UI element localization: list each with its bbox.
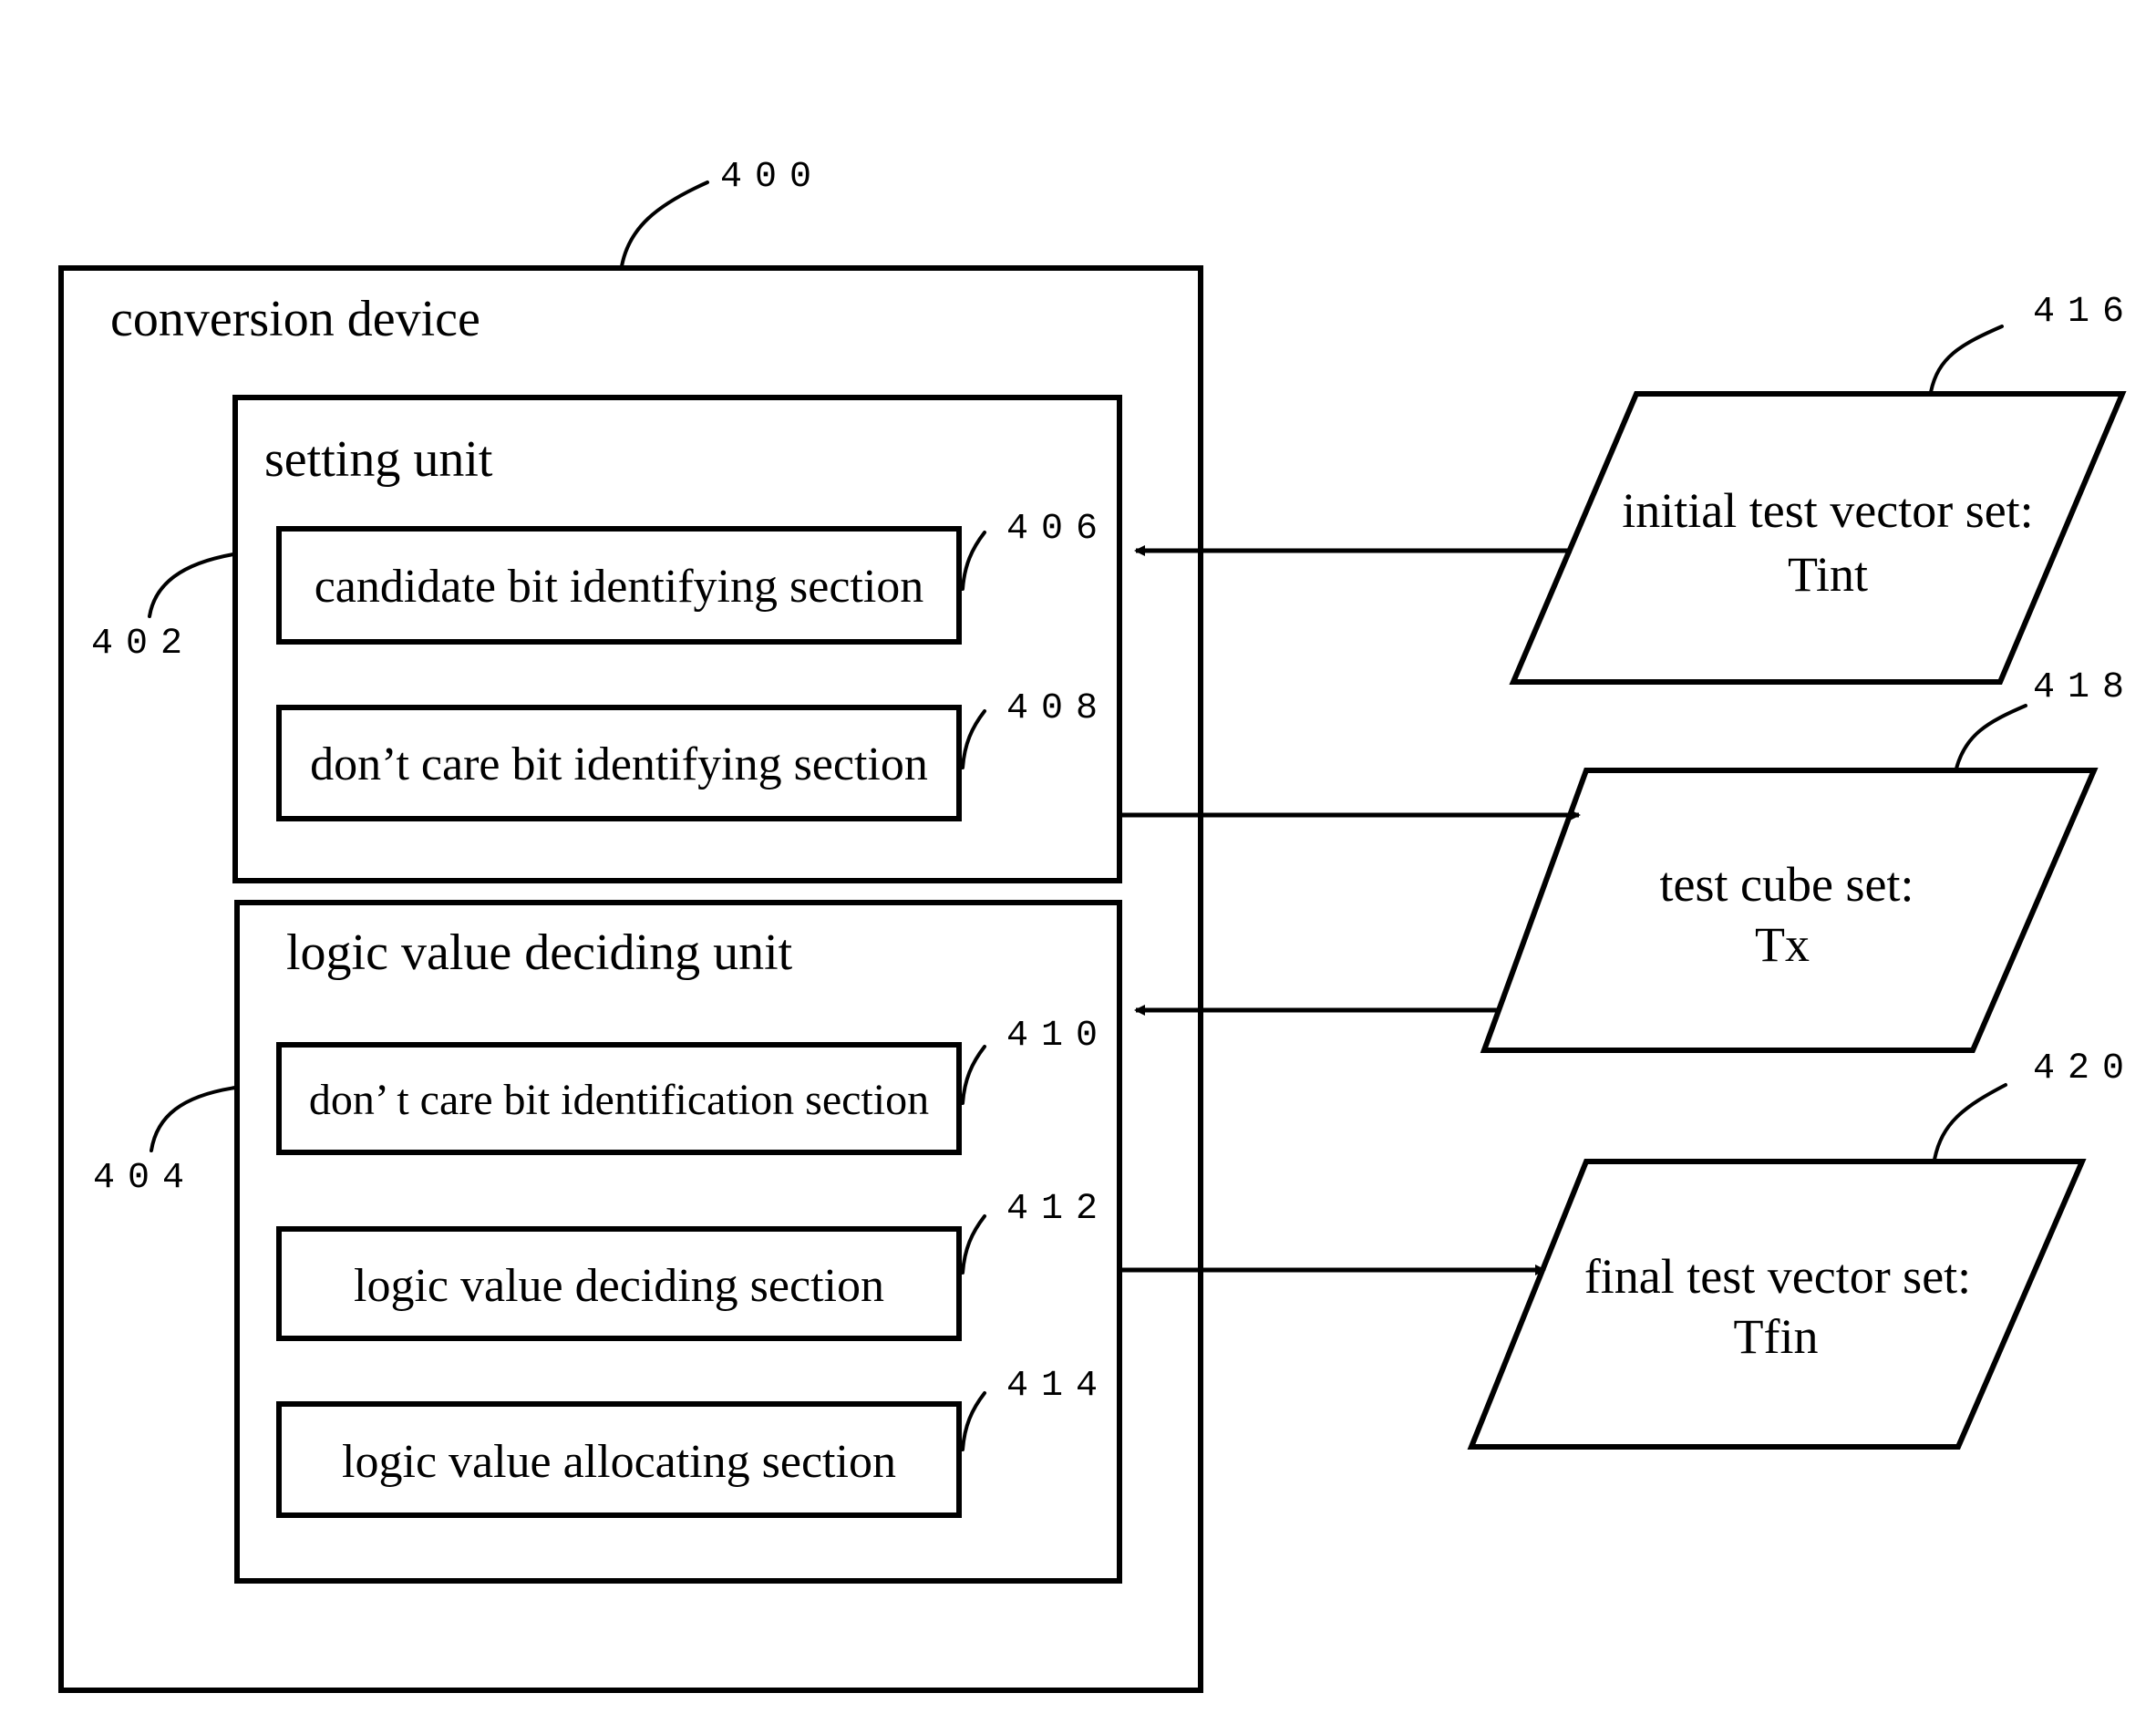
- ref-leader-418: [1955, 704, 2027, 770]
- data-416-shape: [1509, 391, 2127, 685]
- final-test-vector-set: final test vector set: Tfin 420: [1467, 1048, 2137, 1450]
- ref-410: 410: [1006, 1016, 1110, 1057]
- ref-400: 400: [720, 157, 824, 198]
- ref-leader-416: [1929, 325, 2004, 394]
- data-418-line2: Tx: [1755, 917, 1810, 972]
- logic-unit-label: logic value deciding unit: [286, 924, 793, 981]
- section-414-label: logic value allocating section: [342, 1436, 896, 1488]
- section-412-label: logic value deciding section: [354, 1260, 884, 1312]
- section-408-label: don’t care bit identifying section: [310, 738, 928, 790]
- data-416-line2: Tint: [1788, 547, 1868, 602]
- ref-408: 408: [1006, 688, 1110, 729]
- data-420-shape: [1467, 1159, 2087, 1450]
- data-418-line1: test cube set:: [1660, 857, 1914, 912]
- setting-unit-label: setting unit: [264, 431, 493, 488]
- ref-420: 420: [2033, 1048, 2137, 1089]
- setting-unit: setting unit 402 candidate bit identifyi…: [91, 395, 1122, 883]
- ref-414: 414: [1006, 1366, 1110, 1407]
- test-cube-set: test cube set: Tx 418: [1480, 667, 2137, 1053]
- ref-leader-400: [620, 181, 709, 268]
- section-410-label: don’ t care bit identification section: [309, 1076, 929, 1124]
- ref-412: 412: [1006, 1189, 1110, 1230]
- ref-leader-420: [1933, 1083, 2007, 1161]
- data-420-line2: Tfin: [1734, 1309, 1819, 1364]
- ref-402: 402: [91, 624, 195, 665]
- ref-416: 416: [2033, 292, 2137, 333]
- ref-404: 404: [93, 1158, 197, 1199]
- ref-406: 406: [1006, 509, 1110, 550]
- data-416-line1: initial test vector set:: [1622, 483, 2033, 538]
- logic-value-deciding-unit: logic value deciding unit 404 don’ t car…: [93, 900, 1122, 1584]
- section-406-label: candidate bit identifying section: [315, 561, 924, 613]
- data-420-line1: final test vector set:: [1584, 1249, 1971, 1304]
- block-diagram: conversion device 400 setting unit 402 c…: [58, 157, 2137, 1693]
- ref-418: 418: [2033, 667, 2137, 708]
- initial-test-vector-set: initial test vector set: Tint 416: [1509, 292, 2137, 685]
- conversion-device-label: conversion device: [110, 291, 480, 347]
